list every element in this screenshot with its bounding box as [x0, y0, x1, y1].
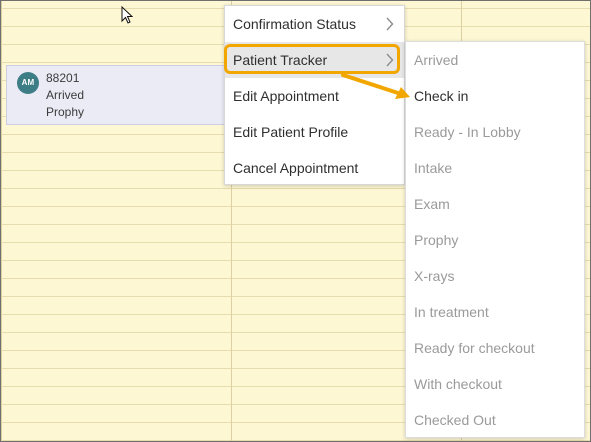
submenu-item-in-treatment: In treatment [414, 304, 489, 320]
appointment-context-menu: Confirmation Status Patient Tracker Edit… [224, 5, 405, 185]
menu-item-label: Cancel Appointment [233, 160, 359, 176]
menu-item-label: Confirmation Status [233, 16, 356, 32]
menu-item-edit-patient-profile[interactable]: Edit Patient Profile [225, 114, 404, 150]
submenu-item-prophy: Prophy [414, 232, 459, 248]
submenu-item-with-checkout: With checkout [414, 376, 502, 392]
menu-item-cancel-appointment[interactable]: Cancel Appointment [225, 150, 404, 186]
calendar-screen: AM 88201 Arrived Prophy Confirmation Sta… [0, 0, 591, 442]
patient-tracker-submenu: Arrived Check in Ready - In Lobby Intake… [405, 41, 585, 438]
mouse-pointer-icon [121, 6, 133, 24]
appointment-type: Prophy [46, 105, 85, 119]
menu-item-confirmation-status[interactable]: Confirmation Status [225, 6, 404, 42]
submenu-item-exam: Exam [414, 196, 450, 212]
submenu-item-x-rays: X-rays [414, 268, 455, 284]
appointment-card[interactable]: AM 88201 Arrived Prophy [6, 65, 232, 125]
menu-item-edit-appointment[interactable]: Edit Appointment [225, 78, 404, 114]
submenu-item-ready-in-lobby: Ready - In Lobby [414, 124, 521, 140]
menu-item-label: Edit Appointment [233, 88, 339, 104]
submenu-item-check-in[interactable]: Check in [406, 78, 584, 114]
appointment-status: Arrived [46, 88, 85, 102]
submenu-item-intake: Intake [414, 160, 453, 176]
submenu-item-checked-out: Checked Out [414, 412, 496, 428]
chevron-right-icon [386, 17, 394, 31]
chevron-right-icon [386, 53, 394, 67]
submenu-item-ready-for-checkout: Ready for checkout [414, 340, 535, 356]
submenu-item-arrived: Arrived [414, 52, 459, 68]
appointment-code: 88201 [46, 71, 80, 85]
menu-item-label: Edit Patient Profile [233, 124, 349, 140]
appointment-details: 88201 Arrived Prophy [46, 70, 84, 121]
menu-item-label: Patient Tracker [233, 52, 328, 68]
patient-avatar: AM [17, 72, 39, 94]
menu-item-patient-tracker[interactable]: Patient Tracker [225, 42, 404, 78]
